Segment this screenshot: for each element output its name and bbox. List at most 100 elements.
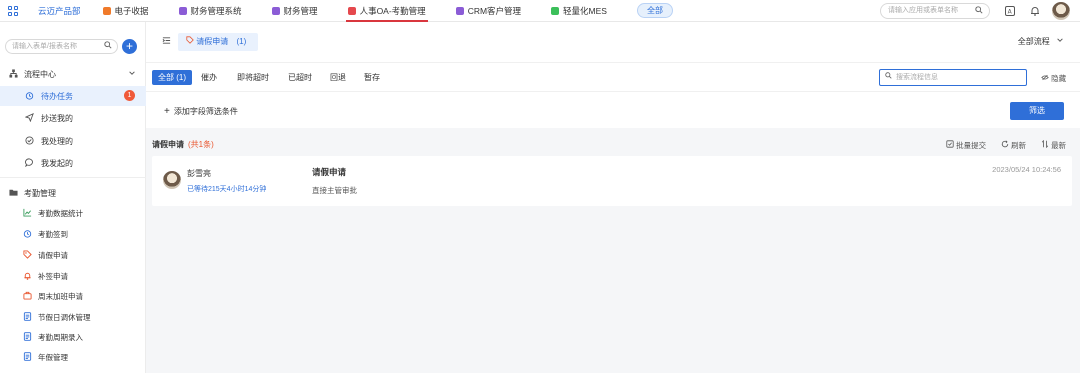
sort-latest-button[interactable]: 最新: [1041, 139, 1067, 151]
translate-icon[interactable]: A: [1004, 5, 1016, 17]
tab-leave-application[interactable]: 请假申请 (1): [178, 33, 259, 51]
sidebar-item-label: 补签申请: [38, 271, 68, 281]
approval-step: 直接主管审批: [312, 186, 357, 195]
folder-icon: [8, 188, 18, 199]
flow-center-header[interactable]: 流程中心: [0, 65, 146, 83]
add-filter-condition[interactable]: + 添加字段筛选条件: [164, 106, 238, 117]
sidebar-item-holiday-shift[interactable]: 节假日调休管理: [0, 307, 146, 327]
sidebar-item-label: 我发起的: [41, 158, 73, 168]
filter-divider: [146, 91, 1080, 92]
task-card[interactable]: 彭雪亮 已等待215天4小时14分钟 请假申请 直接主管审批 2023/05/2…: [152, 156, 1072, 206]
form-search-placeholder: 请输入表单/报表名称: [12, 43, 77, 50]
app-tab-hr-oa[interactable]: 人事OA-考勤管理: [345, 0, 428, 22]
chevron-down-icon: [128, 69, 136, 79]
sidebar-item-annual-leave[interactable]: 年假管理: [0, 347, 146, 367]
clock-icon: [22, 229, 32, 240]
sidebar-item-attendance-stats[interactable]: 考勤数据统计: [0, 203, 146, 223]
sidebar-item-cc[interactable]: 抄送我的: [0, 108, 146, 128]
briefcase-icon: [22, 291, 32, 302]
flow-search-placeholder: 搜索流程信息: [896, 74, 938, 81]
chevron-down-icon: [1056, 37, 1064, 46]
app-tabs: 电子收据 财务管理系统 财务管理 人事OA-考勤管理 CRM客户管理 轻量化ME…: [102, 0, 673, 22]
list-title-text: 请假申请: [152, 140, 184, 149]
filter-tab-due-soon[interactable]: 即将超时: [237, 70, 269, 85]
org-tree-icon: [8, 68, 18, 80]
finance-app-icon: [271, 6, 280, 15]
sidebar-item-initiated[interactable]: 我发起的: [0, 153, 146, 173]
bell-icon: [22, 271, 32, 282]
app-tab-label: 人事OA-考勤管理: [359, 5, 426, 16]
svg-text:A: A: [1008, 9, 1013, 16]
menu-collapse-icon[interactable]: [162, 36, 171, 47]
app-tab-label: CRM客户管理: [467, 5, 522, 16]
checkbox-list-icon: [946, 140, 956, 150]
user-avatar[interactable]: [1052, 2, 1070, 20]
filter-button[interactable]: 筛选: [1010, 102, 1064, 120]
app-tab-finance[interactable]: 财务管理: [271, 0, 318, 22]
sidebar-item-label: 我处理的: [41, 136, 73, 146]
top-bar: 云迈产品部 电子收据 财务管理系统 财务管理 人事OA-考勤管理 CRM客户管理…: [0, 0, 1080, 22]
sidebar-item-todo[interactable]: 待办任务 1: [0, 86, 146, 106]
sidebar-item-leave[interactable]: 请假申请: [0, 245, 146, 265]
flow-filter-value: 全部流程: [1017, 37, 1050, 46]
bell-icon[interactable]: [1029, 5, 1041, 17]
sidebar-item-checkin[interactable]: 考勤签到: [0, 224, 146, 244]
filter-tab-all[interactable]: 全部 (1): [152, 70, 192, 85]
attendance-header[interactable]: 考勤管理: [0, 184, 146, 202]
app-tab-label: 电子收据: [114, 5, 149, 16]
sidebar-item-handled[interactable]: 我处理的: [0, 131, 146, 151]
document-icon: [22, 311, 32, 323]
app-search-input[interactable]: 请输入应用或表单名称: [880, 3, 990, 19]
sidebar-divider: [0, 177, 146, 178]
sort-icon: [1041, 139, 1051, 150]
batch-submit-button[interactable]: 批量提交: [946, 140, 986, 151]
sidebar-item-weekend-overtime[interactable]: 周末加班申请: [0, 286, 146, 306]
app-tab-finance-system[interactable]: 财务管理系统: [178, 0, 242, 22]
filter-tab-returned[interactable]: 回退: [330, 70, 346, 85]
flow-filter-dropdown[interactable]: 全部流程: [1018, 36, 1064, 47]
form-search-input[interactable]: 请输入表单/报表名称: [5, 39, 118, 54]
sidebar-item-label: 请假申请: [38, 250, 68, 260]
sidebar-item-label: 考勤签到: [38, 229, 68, 239]
sidebar-item-resign[interactable]: 补签申请: [0, 266, 146, 286]
apps-grid-icon[interactable]: [8, 5, 18, 16]
hide-button[interactable]: 隐藏: [1041, 73, 1066, 84]
hide-label: 隐藏: [1051, 74, 1067, 83]
app-tab-label: 财务管理: [283, 5, 318, 16]
filter-bar: 全部 (1) 催办 即将超时 已超时 回退 暂存 搜索流程信息 隐藏 + 添加字段…: [146, 62, 1080, 128]
all-apps-button[interactable]: 全部: [636, 3, 673, 18]
sidebar-item-period-entry[interactable]: 考勤周期录入: [0, 327, 146, 347]
tag-icon: [22, 249, 32, 261]
finance-system-app-icon: [178, 6, 187, 15]
filter-tab-urge[interactable]: 催办: [201, 70, 217, 85]
refresh-button[interactable]: 刷新: [1001, 140, 1026, 151]
filter-tab-draft[interactable]: 暂存: [364, 70, 380, 85]
app-tab-crm[interactable]: CRM客户管理: [455, 0, 522, 22]
app-tab-label: 财务管理系统: [190, 5, 242, 16]
sidebar-item-label: 抄送我的: [41, 113, 73, 123]
search-icon: [885, 70, 892, 85]
page-tab-bar: 请假申请 (1) 全部流程: [146, 22, 1080, 62]
document-icon: [22, 351, 32, 363]
filter-tab-overdue[interactable]: 已超时: [288, 70, 312, 85]
sidebar-item-label: 周末加班申请: [38, 291, 83, 301]
sort-latest-label: 最新: [1051, 141, 1067, 150]
flow-search-input[interactable]: 搜索流程信息: [879, 69, 1027, 86]
document-icon: [22, 331, 32, 343]
add-button[interactable]: +: [122, 39, 137, 54]
sidebar-item-label: 节假日调休管理: [38, 312, 91, 322]
add-filter-label: 添加字段筛选条件: [173, 107, 238, 116]
tab-count: (1): [236, 37, 247, 46]
refresh-icon: [1001, 140, 1011, 150]
org-name[interactable]: 云迈产品部: [38, 5, 81, 17]
sidebar: 请输入表单/报表名称 + 流程中心 待办任务 1 抄送我的 我处理的 我发起的 …: [0, 22, 146, 373]
applicant-avatar: [163, 171, 181, 189]
chart-icon: [22, 208, 32, 219]
app-tab-mes[interactable]: 轻量化MES: [551, 0, 607, 22]
app-tab-receipt[interactable]: 电子收据: [102, 0, 149, 22]
search-icon: [975, 6, 983, 20]
crm-app-icon: [455, 6, 464, 15]
search-icon: [104, 41, 112, 54]
app-search-placeholder: 请输入应用或表单名称: [888, 7, 958, 14]
plus-icon: +: [164, 106, 170, 117]
